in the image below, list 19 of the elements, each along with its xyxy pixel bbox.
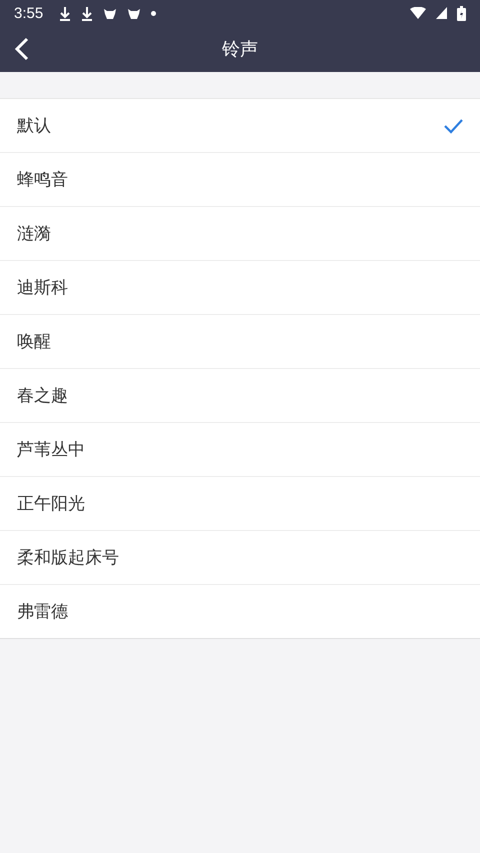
ringtone-item[interactable]: 唤醒 [0, 314, 480, 368]
status-time: 3:55 [14, 4, 44, 22]
ringtone-item[interactable]: 正午阳光 [0, 476, 480, 530]
ringtone-item[interactable]: 弗雷德 [0, 584, 480, 638]
download-icon [81, 6, 94, 20]
signal-icon [436, 7, 447, 19]
download-icon [59, 6, 72, 20]
ringtone-item[interactable]: 迪斯科 [0, 260, 480, 314]
page-title: 铃声 [222, 38, 258, 61]
ringtone-item[interactable]: 涟漪 [0, 206, 480, 260]
ringtone-item[interactable]: 蜂鸣音 [0, 152, 480, 206]
ringtone-item[interactable]: 春之趣 [0, 368, 480, 422]
wifi-icon [410, 7, 426, 19]
dot-icon [151, 10, 156, 16]
ringtone-item[interactable]: 芦苇丛中 [0, 422, 480, 476]
ringtone-item[interactable]: 默认 [0, 99, 480, 152]
battery-icon [457, 6, 466, 20]
check-icon [443, 118, 463, 134]
ringtone-item[interactable]: 柔和版起床号 [0, 530, 480, 584]
